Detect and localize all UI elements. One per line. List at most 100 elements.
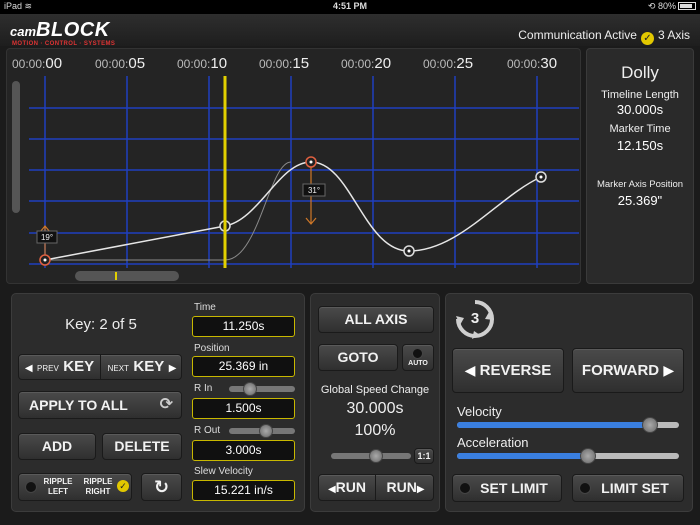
r-out-slider-knob[interactable] [259,424,273,438]
app-header: camBLOCK MOTION · CONTROL · SYSTEMS Comm… [0,14,700,47]
check-icon: ✓ [640,32,654,45]
acceleration-slider-knob[interactable] [579,448,596,464]
battery-icon [678,2,696,10]
marker-time-value: 12.150s [616,138,664,153]
slew-velocity-label: Slew Velocity [194,466,253,477]
chevron-left-icon: ◀ [464,362,476,378]
r-out-field[interactable]: 3.000s [192,440,295,461]
run-backward-button[interactable]: ◀RUN [319,475,376,500]
motion-curve [44,161,542,261]
global-speed-label: Global Speed Change [320,384,430,396]
rotation-lock-icon: ⟲ [647,1,656,11]
r-in-slider[interactable] [229,386,295,392]
communication-status: Communication Active ✓ 3 Axis [518,28,690,45]
camblock-logo: camBLOCK MOTION · CONTROL · SYSTEMS [10,19,116,47]
delete-key-button[interactable]: DELETE [102,433,182,460]
run-button-group: ◀RUN RUN▶ [318,474,434,501]
ratio-reset-button[interactable]: 1:1 [414,448,434,464]
axis-count: 3 Axis [657,28,690,42]
keyframe-markers [39,156,547,266]
time-tick: 00:00:20 [341,55,392,72]
marker-time-label: Marker Time [609,123,671,135]
axis-info-panel: Dolly Timeline Length 30.000s Marker Tim… [586,48,694,284]
all-axis-button[interactable]: ALL AXIS [318,306,434,333]
acceleration-label: Acceleration [457,435,529,450]
ripple-left-button[interactable]: RIPPLE LEFT [39,477,77,497]
chevron-right-icon: ▶ [168,363,177,374]
angle-label-31: 31° [308,186,320,195]
time-tick: 00:00:05 [95,55,146,72]
battery-indicator: ⟲ 80% [648,1,696,12]
time-tick: 00:00:10 [177,55,228,72]
reset-button[interactable]: ↻ [141,473,182,501]
horizontal-scroll-handle[interactable] [75,271,179,281]
set-limit-button[interactable]: SET LIMIT [452,474,562,502]
chevron-right-icon: ▶ [663,362,675,378]
marker-position-value: 25.369" [617,193,663,208]
time-label: Time [194,302,216,313]
keyframe-timeline[interactable]: 00:00:00 00:00:05 00:00:10 00:00:15 00:0… [6,48,581,284]
global-percent-value: 100% [354,422,396,439]
angle-arrows [39,164,317,258]
timeline-length-value: 30.000s [616,102,664,117]
motion-curve-graph[interactable]: 19° 31° [29,76,579,268]
sync-icon: ⟳ [159,396,173,413]
apply-to-all-button[interactable]: APPLY TO ALL ⟳ [18,391,182,419]
limit-set-button[interactable]: LIMIT SET [572,474,684,502]
vertical-scroll-handle[interactable] [12,81,20,213]
limit-set-led [579,482,591,494]
velocity-slider-fill [457,422,651,428]
auto-led [412,348,423,359]
ripple-group: RIPPLE LEFT RIPPLE RIGHT ✓ [18,473,132,501]
axis-name: Dolly [621,63,659,82]
grid-lines [29,76,579,268]
time-tick: 00:00:15 [259,55,310,72]
motion-panel: 3 ◀ REVERSE FORWARD ▶ Velocity Accelerat… [445,293,693,512]
axis-number: 3 [470,310,480,327]
velocity-slider-knob[interactable] [642,417,659,433]
communication-label: Communication Active [518,28,637,42]
auto-label: AUTO [408,360,428,367]
goto-button[interactable]: GOTO [318,344,398,371]
key-panel: Key: 2 of 5 ◀ PREV KEY NEXT KEY ▶ APPLY … [11,293,305,512]
auto-toggle[interactable]: AUTO [402,344,434,371]
prev-key-button[interactable]: ◀ PREV KEY [19,355,101,379]
r-in-slider-knob[interactable] [243,382,257,396]
status-bar: iPad ≋ 4:51 PM ⟲ 80% [0,0,700,14]
ripple-right-button[interactable]: RIPPLE RIGHT [79,477,117,497]
forward-button[interactable]: FORWARD ▶ [572,348,684,393]
time-tick: 00:00:25 [423,55,474,72]
next-key-button[interactable]: NEXT KEY ▶ [101,355,183,379]
slew-velocity-field[interactable]: 15.221 in/s [192,480,295,501]
axis-selector[interactable]: 3 [454,298,496,340]
chevron-left-icon: ◀ [327,484,336,495]
run-forward-button[interactable]: RUN▶ [377,475,434,500]
time-tick: 00:00:30 [507,55,558,72]
key-counter: Key: 2 of 5 [65,316,137,333]
ripple-left-led [25,481,37,493]
add-key-button[interactable]: ADD [18,433,96,460]
position-field[interactable]: 25.369 in [192,356,295,377]
run-panel: ALL AXIS GOTO AUTO Global Speed Change 3… [310,293,440,512]
r-in-field[interactable]: 1.500s [192,398,295,419]
reverse-button[interactable]: ◀ REVERSE [452,348,564,393]
acceleration-slider[interactable] [457,453,679,459]
r-in-label: R In [194,383,213,394]
clock: 4:51 PM [332,1,367,11]
global-time-value: 30.000s [346,400,404,417]
global-speed-slider-knob[interactable] [369,449,383,463]
ramp-guide-curve [45,161,292,261]
time-tick: 00:00:00 [12,55,63,72]
set-limit-led [459,482,471,494]
marker-position-label: Marker Axis Position [596,179,684,190]
position-label: Position [194,343,230,354]
time-field[interactable]: 11.250s [192,316,295,337]
chevron-left-icon: ◀ [24,363,33,374]
r-out-label: R Out [194,425,221,436]
velocity-label: Velocity [457,404,502,419]
chevron-right-icon: ▶ [416,484,425,495]
acceleration-slider-fill [457,453,588,459]
check-icon: ✓ [117,480,129,492]
undo-icon: ↻ [153,477,170,497]
timeline-length-label: Timeline Length [601,89,679,101]
